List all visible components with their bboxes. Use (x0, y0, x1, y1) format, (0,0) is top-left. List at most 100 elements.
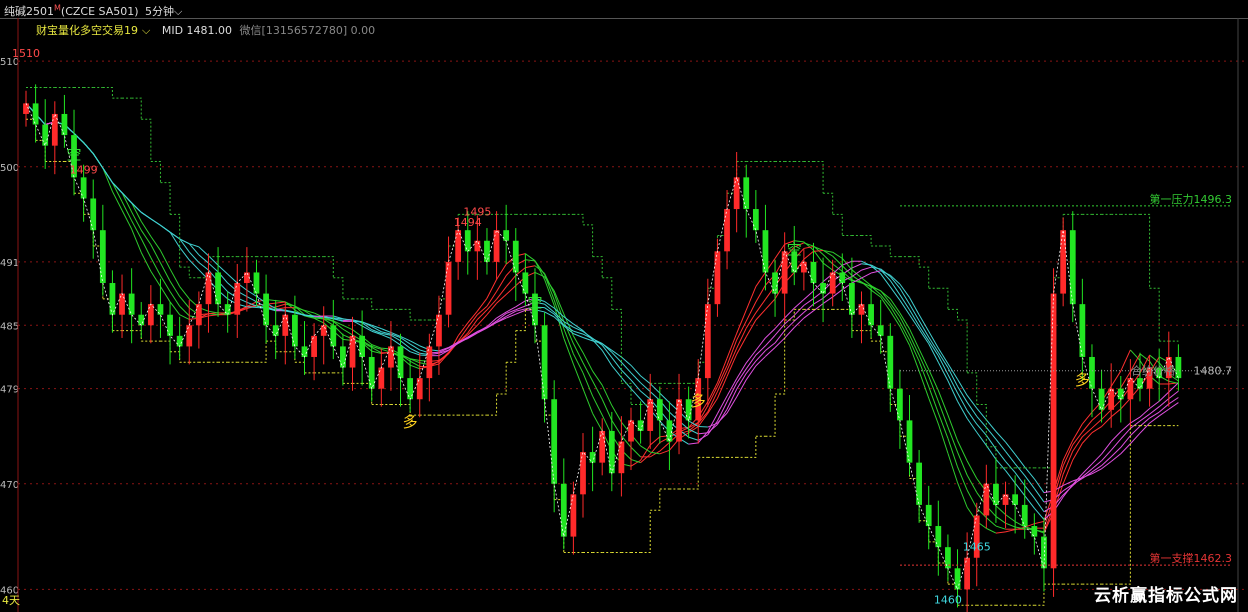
candle-body (42, 124, 49, 146)
channel-upper-step (573, 213, 584, 225)
ma-ribbon-segment (572, 363, 584, 389)
candle-body (954, 568, 961, 590)
price-chart[interactable]: 5105004914854794704601510149514651499149… (0, 0, 1248, 612)
channel-lower-step (784, 309, 795, 321)
candle-body (925, 504, 932, 527)
candle-body (1089, 356, 1095, 389)
ma-ribbon-segment (1082, 427, 1093, 438)
ma-ribbon-segment (198, 246, 209, 257)
ma-ribbon-segment (1014, 482, 1026, 496)
ma-ribbon-segment (140, 221, 152, 237)
ma-ribbon-segment (832, 263, 843, 272)
ma-ribbon-segment (899, 326, 910, 346)
candle-body (378, 367, 385, 389)
channel-upper-step (362, 298, 373, 310)
extreme-label: 1510 (12, 47, 40, 60)
ma-ribbon-segment (275, 300, 286, 303)
ma-ribbon-segment (208, 310, 219, 314)
ma-ribbon-segment (111, 191, 123, 211)
extreme-label: 1494 (454, 216, 482, 229)
candle-body (503, 230, 510, 241)
ma-ribbon-segment (131, 202, 142, 213)
signal-long: 多 (403, 413, 418, 431)
ma-ribbon-segment (477, 305, 488, 316)
candle-body (868, 304, 874, 326)
candle-body (176, 335, 183, 347)
ma-ribbon-segment (342, 328, 353, 336)
ma-ribbon-segment (1062, 440, 1074, 461)
ma-ribbon-segment (150, 218, 161, 226)
ma-ribbon-segment (160, 224, 171, 233)
days-label: 4天 (2, 594, 20, 607)
ma-ribbon-segment (803, 290, 814, 300)
channel-upper-step (323, 256, 334, 278)
extreme-label: 1460 (934, 593, 962, 606)
ma-ribbon-segment (1168, 402, 1179, 410)
watermark: 云析赢指标公式网 (1094, 586, 1238, 606)
candle-body (935, 526, 942, 548)
channel-lower-step (640, 510, 651, 553)
ma-ribbon-segment (966, 474, 978, 493)
ma-ribbon-segment (861, 266, 872, 271)
candle-body (119, 293, 125, 315)
candle-body (205, 272, 212, 305)
candle-body (1069, 230, 1076, 305)
channel-upper-step (938, 287, 949, 310)
ma-ribbon-segment (957, 386, 968, 403)
ma-ribbon-segment (995, 505, 1006, 515)
ma-ribbon-segment (813, 297, 824, 305)
y-tick-label: 500 (0, 163, 19, 174)
ma-ribbon-segment (966, 395, 978, 409)
ma-ribbon-segment (659, 449, 670, 455)
ma-ribbon-segment (640, 390, 651, 400)
candle-body (99, 230, 106, 284)
candle-body (157, 304, 164, 315)
candle-body (810, 261, 817, 284)
ma-ribbon-segment (83, 142, 94, 154)
candle-body (704, 304, 711, 379)
ma-ribbon-segment (572, 335, 584, 353)
ma-ribbon-segment (966, 401, 978, 417)
candle-body (551, 399, 558, 484)
signal-short: 空 (787, 240, 802, 258)
channel-upper-step (333, 277, 344, 299)
ma-ribbon-segment (861, 263, 872, 266)
channel-upper-step (602, 277, 613, 310)
ma-ribbon-segment (1091, 426, 1102, 434)
channel-lower-step (256, 341, 267, 363)
candle-body (109, 283, 116, 315)
ma-ribbon-segment (198, 262, 209, 271)
ma-ribbon-segment (1024, 485, 1035, 499)
ma-ribbon-segment (275, 301, 286, 304)
ma-ribbon-segment (716, 365, 728, 387)
channel-upper-step (957, 319, 968, 373)
candle-body (464, 230, 471, 252)
ma-ribbon-segment (275, 303, 286, 308)
ma-ribbon-segment (745, 286, 757, 311)
ma-ribbon-segment (246, 306, 257, 308)
candle-body (1050, 293, 1057, 569)
ma-ribbon-segment (246, 296, 257, 303)
channel-lower-step (871, 340, 882, 352)
candle-body (522, 272, 529, 294)
ma-ribbon-segment (745, 312, 757, 329)
candle-body (829, 272, 836, 294)
channel-upper-step (141, 118, 152, 162)
candle-body (666, 420, 673, 442)
channel-lower-step (506, 330, 517, 363)
channel-lower-step (294, 361, 305, 373)
ma-ribbon-segment (649, 383, 661, 394)
candle-body (743, 177, 750, 210)
ma-ribbon-segment (947, 453, 958, 483)
ma-ribbon-segment (611, 365, 622, 378)
channel-lower-step (160, 340, 171, 352)
candle-body (1031, 526, 1038, 537)
ma-ribbon-segment (572, 353, 584, 374)
ma-ribbon-segment (111, 182, 123, 202)
ma-ribbon-segment (707, 382, 718, 402)
ma-ribbon-segment (755, 337, 766, 351)
channel-lower-step (688, 457, 699, 490)
channel-lower-step (1034, 584, 1045, 606)
ma-ribbon-segment (496, 294, 507, 304)
ma-ribbon-segment (937, 400, 949, 428)
